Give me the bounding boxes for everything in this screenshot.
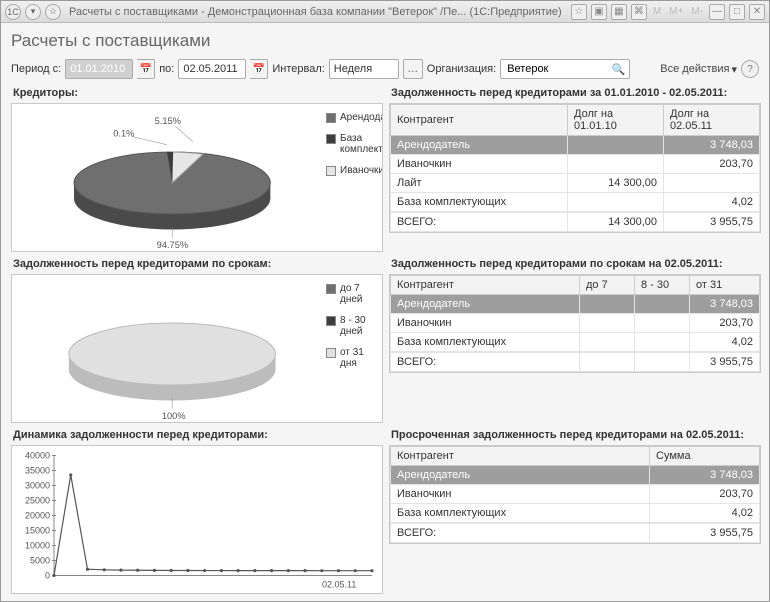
table-row[interactable]: Арендодатель3 748,03 (391, 295, 760, 314)
favorite-icon[interactable]: ☆ (571, 4, 587, 20)
legend-item: до 7 дней (326, 283, 378, 305)
dynamics-title: Динамика задолженности перед кредиторами… (11, 429, 383, 443)
table-row[interactable]: Иваночкин203,70 (391, 485, 760, 504)
fav-button[interactable]: ☆ (45, 4, 61, 20)
table-row[interactable]: База комплектующих4,02 (391, 333, 760, 352)
table2-title: Задолженность перед кредиторами по срока… (389, 258, 761, 272)
svg-text:5.15%: 5.15% (155, 116, 181, 126)
debt-period-table: Контрагент Долг на 01.01.10 Долг на 02.0… (389, 103, 761, 233)
table-row[interactable]: База комплектующих4,02 (391, 193, 760, 212)
mem-m[interactable]: М (651, 6, 663, 17)
col-header[interactable]: Долг на 01.01.10 (568, 105, 664, 136)
mem-mminus[interactable]: М- (689, 6, 705, 17)
svg-text:20000: 20000 (25, 511, 50, 521)
svg-text:25000: 25000 (25, 496, 50, 506)
svg-text:0.1%: 0.1% (113, 129, 134, 139)
back-button[interactable]: ▾ (25, 4, 41, 20)
close-button[interactable]: ✕ (749, 4, 765, 20)
period-to-label: по: (159, 63, 174, 75)
table3-title: Просроченная задолженность перед кредито… (389, 429, 761, 443)
footer-val: 3 955,75 (650, 524, 760, 543)
footer-val (580, 353, 635, 372)
svg-text:02.05.11: 02.05.11 (322, 580, 356, 590)
dynamics-line-chart: 0 5000 10000 15000 20000 25000 30000 35000 40000… (12, 446, 382, 594)
creditors-title: Кредиторы: (11, 87, 383, 101)
mem-mplus[interactable]: М+ (667, 6, 685, 17)
svg-text:0: 0 (45, 571, 50, 581)
maximize-button[interactable]: □ (729, 4, 745, 20)
legend-item: от 31 дня (326, 347, 378, 369)
footer-label: ВСЕГО: (391, 213, 568, 232)
period-from-label: Период с: (11, 63, 61, 75)
table-row[interactable]: Иваночкин203,70 (391, 155, 760, 174)
svg-text:100%: 100% (162, 411, 186, 421)
col-header[interactable]: до 7 (580, 276, 635, 295)
footer-val (635, 353, 690, 372)
debt-aging-table: Контрагент до 7 8 - 30 от 31 Арендодател… (389, 274, 761, 373)
table-row[interactable]: Лайт14 300,00 (391, 174, 760, 193)
interval-more-button[interactable]: … (403, 59, 423, 79)
footer-label: ВСЕГО: (391, 353, 580, 372)
period-from-field[interactable]: 01.01.2010 (65, 59, 133, 79)
table-row[interactable]: База комплектующих4,02 (391, 504, 760, 523)
window-title: Расчеты с поставщиками - Демонстрационна… (69, 6, 563, 18)
col-header[interactable]: от 31 (690, 276, 760, 295)
creditors-pie-panel: 5.15% 0.1% (11, 103, 383, 252)
interval-field[interactable]: Неделя (329, 59, 399, 79)
col-header[interactable]: Контрагент (391, 276, 580, 295)
interval-label: Интервал: (272, 63, 324, 75)
col-header[interactable]: Долг на 02.05.11 (664, 105, 760, 136)
calendar-icon-2[interactable]: 📅 (250, 59, 268, 79)
tool-icon-1[interactable]: ▣ (591, 4, 607, 20)
col-header[interactable]: Контрагент (391, 447, 650, 466)
svg-text:40000: 40000 (25, 451, 50, 461)
footer-val: 3 955,75 (690, 353, 760, 372)
period-to-field[interactable]: 02.05.2011 (178, 59, 246, 79)
svg-text:5000: 5000 (30, 556, 50, 566)
aging-pie-chart: 100% (12, 275, 322, 423)
help-button[interactable]: ? (741, 60, 759, 78)
svg-text:15000: 15000 (25, 526, 50, 536)
footer-label: ВСЕГО: (391, 524, 650, 543)
legend-item: Иваночкин (326, 165, 378, 176)
col-header[interactable]: Контрагент (391, 105, 568, 136)
col-header[interactable]: Сумма (650, 447, 760, 466)
svg-text:10000: 10000 (25, 541, 50, 551)
search-icon[interactable]: 🔍 (612, 63, 626, 76)
aging-title: Задолженность перед кредиторами по срока… (11, 258, 383, 272)
svg-text:30000: 30000 (25, 481, 50, 491)
table-row[interactable]: Арендодатель3 748,03 (391, 466, 760, 485)
page-title: Расчеты с поставщиками (11, 31, 759, 51)
footer-val: 3 955,75 (664, 213, 760, 232)
org-field[interactable]: 🔍 (500, 59, 630, 79)
tool-icon-2[interactable]: ▦ (611, 4, 627, 20)
aging-pie-panel: 100% до 7 дней 8 - 30 дней от 31 дня (11, 274, 383, 423)
legend-item: 8 - 30 дней (326, 315, 378, 337)
org-label: Организация: (427, 63, 496, 75)
calendar-icon[interactable]: 📅 (137, 59, 155, 79)
minimize-button[interactable]: — (709, 4, 725, 20)
footer-val: 14 300,00 (568, 213, 664, 232)
table-row[interactable]: Иваночкин203,70 (391, 314, 760, 333)
creditors-pie-chart: 5.15% 0.1% (12, 104, 322, 252)
chevron-down-icon: ▾ (731, 63, 737, 76)
table-row[interactable]: Арендодатель3 748,03 (391, 136, 760, 155)
calc-icon[interactable]: ⌘ (631, 4, 647, 20)
overdue-table: Контрагент Сумма Арендодатель3 748,03Ива… (389, 445, 761, 544)
app-icon: 1С (5, 4, 21, 20)
legend-item: Арендодатель (326, 112, 378, 123)
col-header[interactable]: 8 - 30 (635, 276, 690, 295)
all-actions-link[interactable]: Все действия ▾ (660, 63, 737, 76)
table1-title: Задолженность перед кредиторами за 01.01… (389, 87, 761, 101)
org-input[interactable] (505, 62, 611, 76)
svg-text:35000: 35000 (25, 466, 50, 476)
svg-text:94.75%: 94.75% (157, 240, 188, 250)
legend-item: База комплектующих (326, 133, 378, 155)
dynamics-chart-panel: 0 5000 10000 15000 20000 25000 30000 35000 40000… (11, 445, 383, 594)
